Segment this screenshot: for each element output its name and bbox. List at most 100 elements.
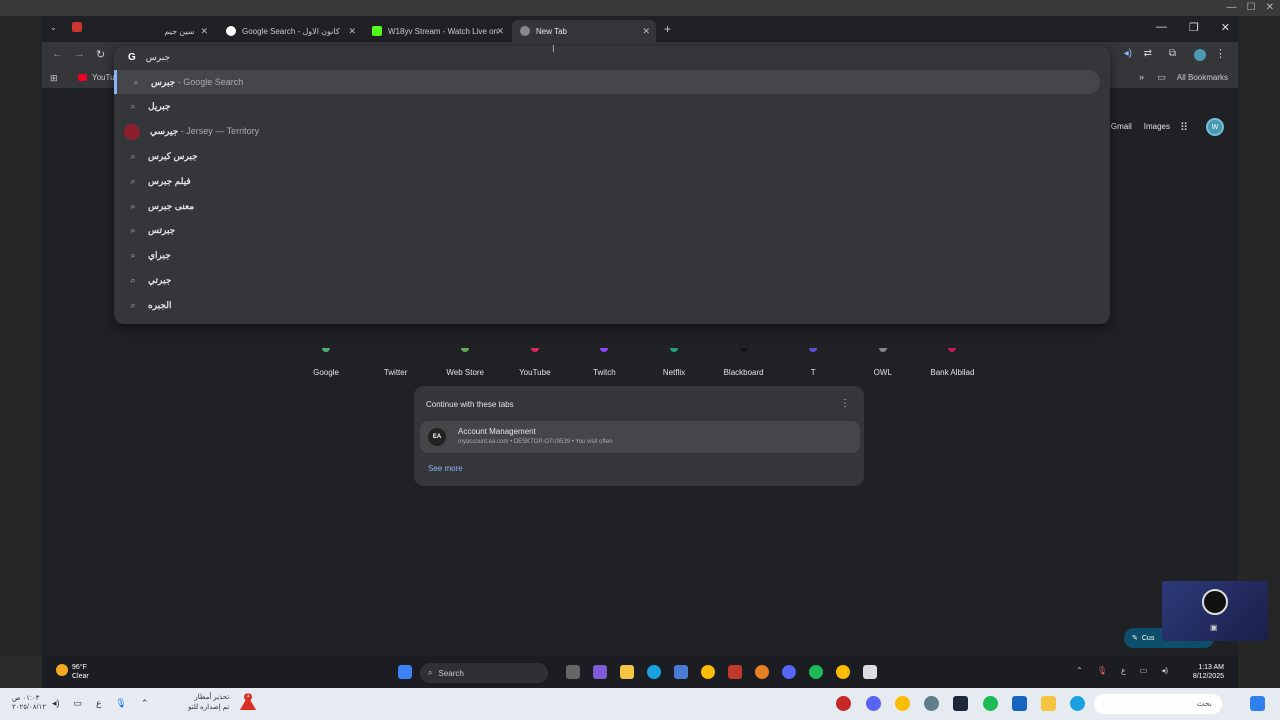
edge-icon[interactable]	[647, 665, 661, 679]
task-view-icon[interactable]	[566, 665, 580, 679]
omnibox-suggestion[interactable]: ⌕ جبرتي	[114, 268, 1110, 292]
images-link[interactable]: Images	[1144, 122, 1170, 131]
speaker-icon[interactable]: ◂)	[1161, 666, 1168, 675]
tab-kick-stream[interactable]: W18yv Stream - Watch Live on ✕	[364, 20, 510, 42]
discord-icon[interactable]	[866, 696, 881, 711]
close-icon[interactable]: ✕	[1221, 21, 1230, 34]
file-explorer-icon[interactable]	[1041, 696, 1056, 711]
more-bookmarks-icon[interactable]: »	[1139, 72, 1144, 82]
shortcut-tile[interactable]: Google	[291, 348, 361, 377]
new-tab-icon[interactable]: +	[664, 22, 671, 36]
omnibox-suggestion[interactable]: جيرسي - Jersey — Territory	[114, 120, 1110, 144]
shortcut-tile[interactable]: Netflix	[639, 348, 709, 377]
restore-icon[interactable]: ❐	[1189, 21, 1199, 34]
google-apps-icon[interactable]: ⠿	[1180, 121, 1188, 134]
outer-language-indicator[interactable]: ع	[96, 698, 101, 709]
forward-icon[interactable]: →	[74, 48, 85, 60]
omnibox-suggestion[interactable]: ⌕ معنى جبرس	[114, 194, 1110, 218]
shortcut-tile[interactable]: Twitch	[569, 348, 639, 377]
close-tab-icon[interactable]: ✕	[642, 26, 650, 37]
chevron-up-icon[interactable]: ⌃	[141, 698, 149, 709]
omnibox-input[interactable]: G جبرس	[114, 46, 1110, 68]
apps-grid-icon[interactable]: ⊞	[50, 73, 58, 84]
file-explorer-icon[interactable]	[620, 665, 634, 679]
shortcut-icon	[809, 348, 818, 352]
edge-icon[interactable]	[1070, 696, 1085, 711]
suggestion-text: الجبره	[148, 299, 172, 310]
gmail-link[interactable]: Gmail	[1111, 122, 1132, 131]
omnibox-suggestion[interactable]: ⌕ جبرس - Google Search	[114, 70, 1100, 94]
shortcut-tile[interactable]: Bank Albilad	[917, 348, 987, 377]
tab-search-icon[interactable]: ⌄	[50, 23, 57, 32]
weather-alert-widget[interactable]: تحذير أمطار تم إصداره للتو	[188, 693, 229, 713]
omnibox-suggestion[interactable]: ⌕ الجبره	[114, 293, 1110, 317]
shortcut-tile[interactable]: OWL	[848, 348, 918, 377]
shortcut-tile[interactable]: Blackboard	[709, 348, 779, 377]
back-icon[interactable]: ←	[52, 48, 63, 60]
windows-start-icon[interactable]	[1250, 696, 1265, 711]
app-icon[interactable]	[863, 665, 877, 679]
settings-icon[interactable]	[924, 696, 939, 711]
spotify-icon[interactable]	[983, 696, 998, 711]
minimize-icon[interactable]: —	[1156, 21, 1167, 34]
chrome-icon[interactable]	[895, 696, 910, 711]
spotify-icon[interactable]	[809, 665, 823, 679]
shortcut-tile[interactable]: Twitter	[361, 348, 431, 377]
language-indicator[interactable]: ع	[1121, 666, 1126, 675]
microphone-icon[interactable]: 🎙	[1097, 666, 1107, 675]
bookmark-youtube[interactable]: YouTu	[92, 73, 115, 82]
clock[interactable]: 1:13 AM 8/12/2025	[1193, 663, 1224, 681]
chevron-up-icon[interactable]: ⌃	[1076, 666, 1083, 675]
see-more-link[interactable]: See more	[428, 464, 463, 473]
menu-icon[interactable]: ⋮	[1215, 47, 1226, 60]
taskbar-search[interactable]: ⌕ Search	[420, 663, 548, 683]
close-tab-icon[interactable]: ✕	[496, 26, 504, 37]
store-icon[interactable]	[674, 665, 688, 679]
speaker-icon[interactable]: ◂)	[52, 698, 60, 709]
close-tab-icon[interactable]: ✕	[348, 26, 356, 37]
network-icon[interactable]: ▭	[74, 698, 83, 709]
microphone-icon[interactable]: 🎙	[115, 698, 126, 709]
omnibox-suggestion[interactable]: ⌕ جبرس كبرس	[114, 144, 1110, 168]
shortcut-tile[interactable]: Web Store	[430, 348, 500, 377]
tab-google-search[interactable]: Google Search - كانون الاول ✕	[218, 20, 362, 42]
omnibox-suggestion[interactable]: ⌕ جبرتس	[114, 219, 1110, 243]
audio-icon[interactable]: ◂)	[1124, 48, 1132, 59]
more-options-icon[interactable]: ⋮	[840, 398, 850, 409]
extensions-icon[interactable]: ⧉	[1169, 48, 1176, 59]
steam-icon[interactable]	[953, 696, 968, 711]
outer-clock[interactable]: ٠١:٠٣ ص ٢٠٢٥/٠٨/١٢	[12, 694, 46, 712]
omnibox-suggestion[interactable]: ⌕ فيلم جبرس	[114, 169, 1110, 193]
discord-icon[interactable]	[782, 665, 796, 679]
continue-tab-item[interactable]: EA Account Management myaccount.ea.com •…	[420, 421, 860, 453]
omnibox-suggestion[interactable]: ⌕ جبريل	[114, 95, 1110, 119]
shortcut-tile[interactable]: T	[778, 348, 848, 377]
avatar[interactable]: W	[1206, 118, 1224, 136]
tab-seen-jeem[interactable]: سين جيم ✕	[132, 20, 216, 42]
close-icon[interactable]: ✕	[1266, 2, 1274, 13]
chrome-icon[interactable]	[701, 665, 715, 679]
chrome-icon[interactable]	[836, 665, 850, 679]
minimize-icon[interactable]: —	[1227, 2, 1237, 13]
network-icon[interactable]: ▭	[1140, 666, 1148, 675]
windows-start-icon[interactable]	[398, 665, 412, 679]
reload-icon[interactable]: ↻	[96, 48, 105, 61]
profile-icon[interactable]	[1194, 49, 1206, 61]
copilot-icon[interactable]	[593, 665, 607, 679]
app-icon[interactable]	[728, 665, 742, 679]
maximize-icon[interactable]: ☐	[1247, 2, 1256, 13]
app-icon[interactable]	[836, 696, 851, 711]
all-bookmarks[interactable]: All Bookmarks	[1177, 73, 1228, 82]
sync-icon[interactable]: ⇄	[1144, 48, 1152, 59]
close-tab-icon[interactable]: ✕	[200, 26, 208, 37]
outer-search[interactable]: بحث	[1094, 694, 1222, 714]
omnibox-suggestion[interactable]: ⌕ جبراي	[114, 244, 1110, 268]
store-icon[interactable]	[1012, 696, 1027, 711]
shortcut-label: Netflix	[662, 368, 686, 377]
item-subtitle: myaccount.ea.com • DESKTOP-O7U9539 • You…	[458, 439, 613, 445]
tab-new-tab[interactable]: New Tab ✕	[512, 20, 656, 42]
weather-widget[interactable]: 96°F Clear	[72, 663, 89, 681]
shortcut-tile[interactable]: YouTube	[500, 348, 570, 377]
weather-temp: 96°F	[72, 664, 87, 671]
app-icon[interactable]	[755, 665, 769, 679]
